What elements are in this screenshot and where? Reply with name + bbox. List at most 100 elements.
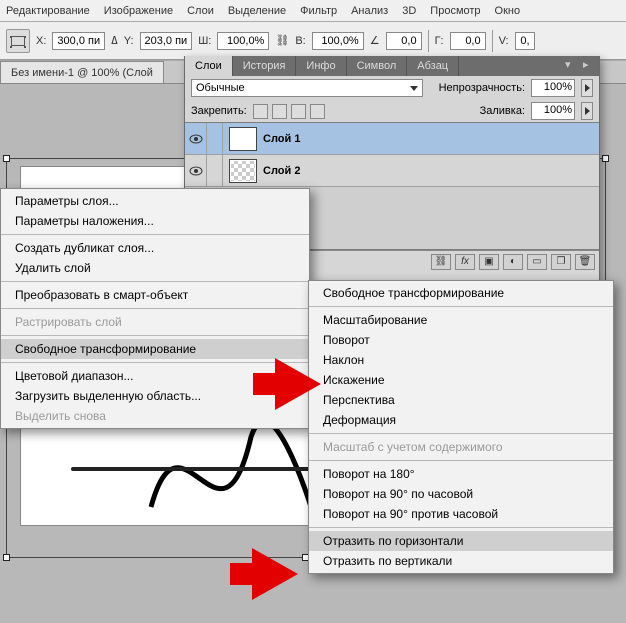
skew-h-input[interactable]: 0,0 (450, 32, 486, 50)
layer-menu-item: Выделить снова (1, 406, 309, 426)
lock-position-icon[interactable] (291, 104, 306, 119)
layer-name[interactable]: Слой 2 (263, 165, 300, 177)
handle-bottom-left[interactable] (3, 554, 10, 561)
group-icon[interactable]: ▭ (527, 254, 547, 270)
layer-menu-item[interactable]: Свободное трансформирование (1, 339, 309, 359)
fill-label: Заливка: (480, 105, 525, 117)
eye-icon[interactable] (185, 155, 207, 187)
panel-menu-icon[interactable]: ▾ (565, 58, 577, 72)
menu-separator (309, 460, 613, 461)
fill-input[interactable]: 100% (531, 102, 575, 120)
layer-menu-item[interactable]: Преобразовать в смарт-объект (1, 285, 309, 305)
h-input[interactable]: 100,0% (312, 32, 364, 50)
chevron-down-icon (410, 86, 418, 91)
tab-layers[interactable]: Слои (185, 56, 233, 76)
layer-thumb[interactable] (229, 159, 257, 183)
transform-menu-item[interactable]: Наклон (309, 350, 613, 370)
eye-icon[interactable] (185, 123, 207, 155)
layer-menu-item[interactable]: Параметры слоя... (1, 191, 309, 211)
w-label: Ш: (198, 35, 211, 47)
layer-menu-item[interactable]: Параметры наложения... (1, 211, 309, 231)
menu-analyze[interactable]: Анализ (351, 5, 388, 17)
menu-separator (1, 281, 309, 282)
panel-close-icon[interactable]: ▸ (583, 58, 595, 72)
x-input[interactable]: 300,0 пи (52, 32, 105, 50)
opacity-input[interactable]: 100% (531, 79, 575, 97)
layer-lock-slot (207, 123, 223, 155)
menu-window[interactable]: Окно (495, 5, 521, 17)
layer-menu-item[interactable]: Удалить слой (1, 258, 309, 278)
menu-image[interactable]: Изображение (104, 5, 173, 17)
menu-layers[interactable]: Слои (187, 5, 214, 17)
link-layers-icon[interactable]: ⛓ (431, 254, 451, 270)
transform-menu-item[interactable]: Отразить по вертикали (309, 551, 613, 571)
menu-separator (309, 306, 613, 307)
menu-edit[interactable]: Редактирование (6, 5, 90, 17)
skew-h-label: Г: (435, 35, 444, 47)
handle-top-right[interactable] (602, 155, 609, 162)
y-label: Y: (124, 35, 134, 47)
new-layer-icon[interactable]: ❐ (551, 254, 571, 270)
layer-menu-item[interactable]: Создать дубликат слоя... (1, 238, 309, 258)
layer-name[interactable]: Слой 1 (263, 133, 300, 145)
layer-menu-item: Растрировать слой (1, 312, 309, 332)
document-tab[interactable]: Без имени-1 @ 100% (Слой (0, 61, 164, 83)
handle-top-left[interactable] (3, 155, 10, 162)
lock-all-icon[interactable] (310, 104, 325, 119)
layer-row[interactable]: Слой 2 (185, 155, 599, 187)
link-icon[interactable]: ⛓ (275, 34, 289, 47)
menu-separator (1, 335, 309, 336)
x-label: X: (36, 35, 46, 47)
menu-separator (309, 527, 613, 528)
menu-filter[interactable]: Фильтр (300, 5, 337, 17)
transform-menu-item[interactable]: Поворот на 90° по часовой (309, 484, 613, 504)
lock-pixels-icon[interactable] (272, 104, 287, 119)
fill-flyout-icon[interactable] (581, 102, 593, 120)
transform-menu-item[interactable]: Свободное трансформирование (309, 283, 613, 303)
menu-separator (1, 308, 309, 309)
w-input[interactable]: 100,0% (217, 32, 269, 50)
blend-mode-value: Обычные (196, 82, 245, 94)
menu-separator (309, 433, 613, 434)
transform-menu-item: Масштаб с учетом содержимого (309, 437, 613, 457)
menu-select[interactable]: Выделение (228, 5, 286, 17)
layer-lock-slot (207, 155, 223, 187)
h-label: В: (295, 35, 305, 47)
adjustment-icon[interactable]: ◐ (503, 254, 523, 270)
skew-v-input[interactable]: 0, (515, 32, 535, 50)
transform-menu-item[interactable]: Искажение (309, 370, 613, 390)
rotation-input[interactable]: 0,0 (386, 32, 422, 50)
delete-layer-icon[interactable]: 🗑 (575, 254, 595, 270)
transform-context-menu: Свободное трансформирование Масштабирован… (308, 280, 614, 574)
skew-v-label: V: (499, 35, 509, 47)
lock-transparent-icon[interactable] (253, 104, 268, 119)
transform-menu-item[interactable]: Поворот на 180° (309, 464, 613, 484)
angle-icon: ∠ (370, 34, 380, 47)
opacity-flyout-icon[interactable] (581, 79, 593, 97)
menu-separator (1, 362, 309, 363)
y-input[interactable]: 203,0 пи (140, 32, 193, 50)
annotation-arrow-1 (275, 358, 321, 410)
transform-menu-item[interactable]: Перспектива (309, 390, 613, 410)
tab-info[interactable]: Инфо (296, 56, 346, 76)
blend-mode-select[interactable]: Обычные (191, 79, 423, 97)
reference-point-icon[interactable] (6, 29, 30, 53)
transform-menu-item[interactable]: Отразить по горизонтали (309, 531, 613, 551)
annotation-arrow-2 (252, 548, 298, 600)
lock-label: Закрепить: (191, 105, 247, 117)
delta-icon: Δ (111, 34, 118, 47)
mask-icon[interactable]: ▣ (479, 254, 499, 270)
tab-paragraph[interactable]: Абзац (407, 56, 459, 76)
tab-history[interactable]: История (233, 56, 297, 76)
menu-3d[interactable]: 3D (402, 5, 416, 17)
menu-view[interactable]: Просмотр (430, 5, 480, 17)
layer-thumb[interactable] (229, 127, 257, 151)
transform-menu-item[interactable]: Деформация (309, 410, 613, 430)
opacity-label: Непрозрачность: (439, 82, 525, 94)
fx-icon[interactable]: fx (455, 254, 475, 270)
layer-row[interactable]: Слой 1 (185, 123, 599, 155)
transform-menu-item[interactable]: Поворот (309, 330, 613, 350)
transform-menu-item[interactable]: Поворот на 90° против часовой (309, 504, 613, 524)
tab-symbol[interactable]: Символ (347, 56, 408, 76)
transform-menu-item[interactable]: Масштабирование (309, 310, 613, 330)
